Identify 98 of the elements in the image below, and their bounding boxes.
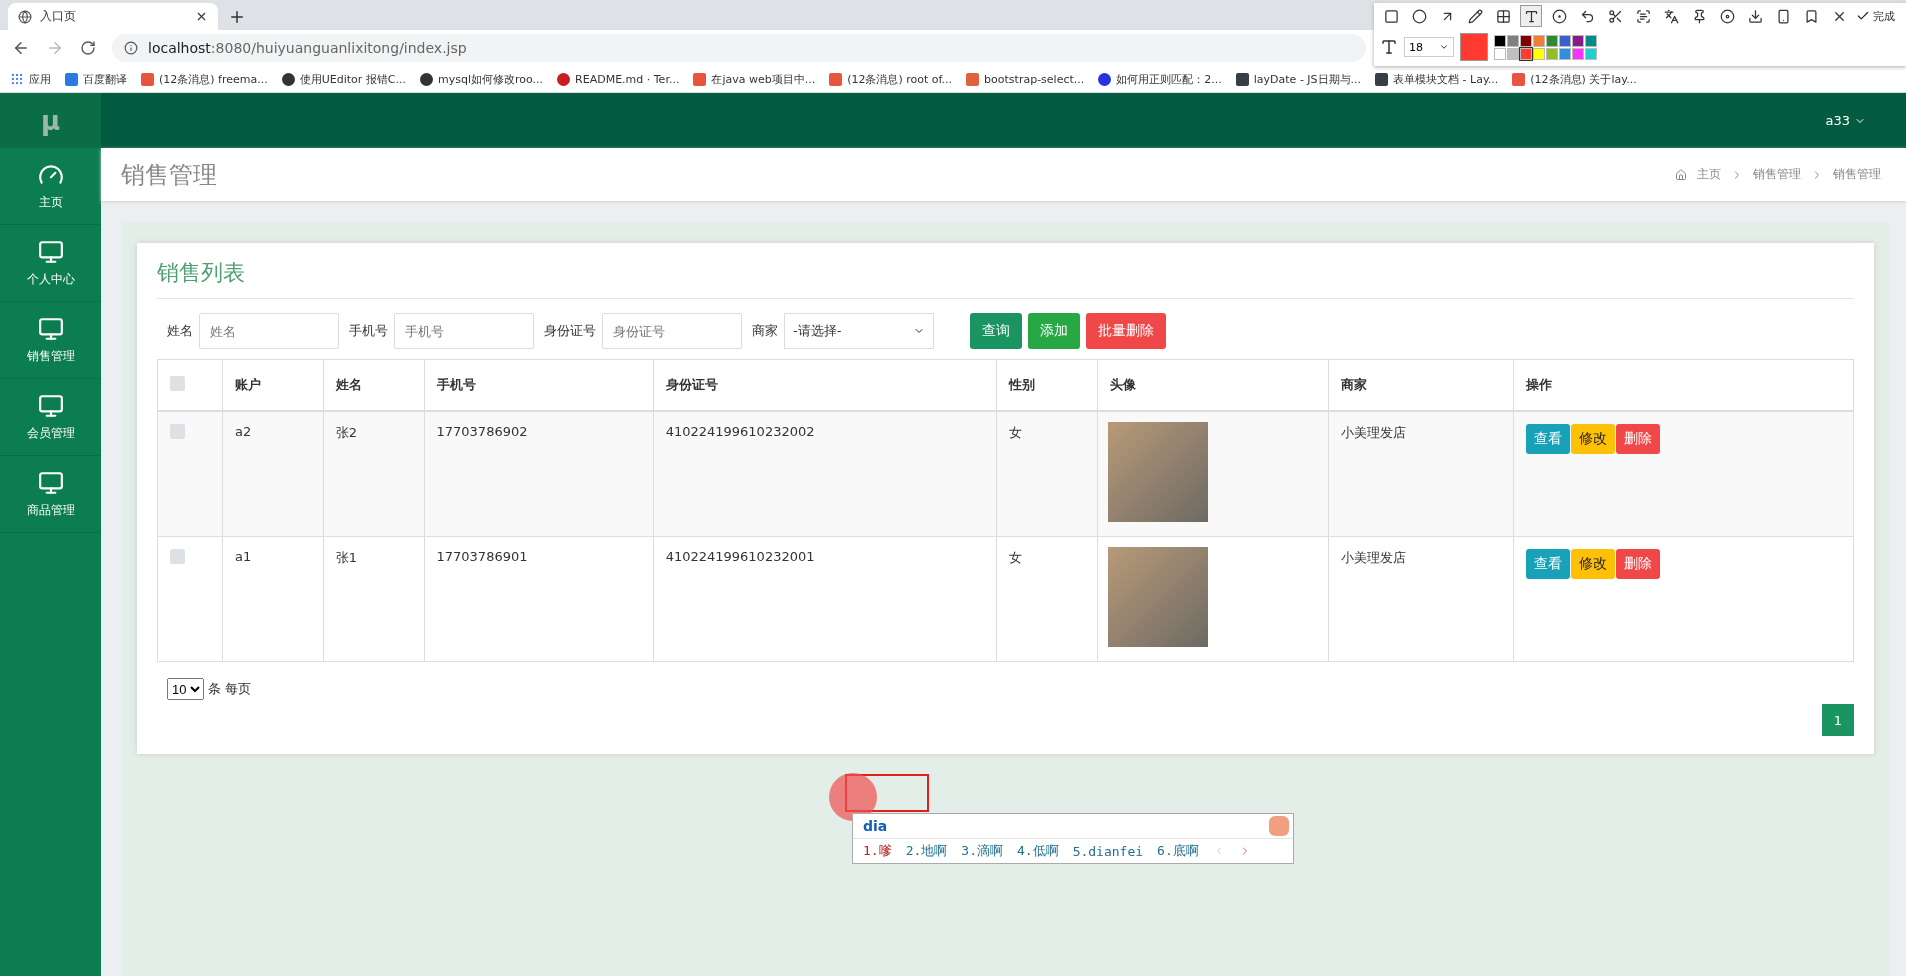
- table-cell: 张1: [323, 536, 424, 662]
- address-bar[interactable]: localhost:8080/huiyuanguanlixitong/index.jsp: [112, 34, 1366, 62]
- bookmark-item[interactable]: 如何用正则匹配：2...: [1098, 71, 1222, 87]
- table-cell: a2: [222, 411, 324, 537]
- new-tab-icon[interactable]: [228, 8, 246, 26]
- back-icon[interactable]: [12, 39, 30, 57]
- table-cell: 女: [996, 411, 1098, 537]
- color-swatch[interactable]: [1507, 47, 1519, 60]
- table-cell: 小美理发店: [1328, 411, 1514, 537]
- ime-candidate[interactable]: 2.地啊: [905, 842, 948, 860]
- color-swatch[interactable]: [1546, 47, 1558, 60]
- checkbox[interactable]: [170, 424, 185, 439]
- filter-label: 手机号: [349, 322, 388, 340]
- bookmark-item[interactable]: (12条消息) root of...: [829, 71, 953, 87]
- ime-candidate[interactable]: 4.低啊: [1016, 842, 1059, 860]
- table-cell: 17703786902: [424, 411, 654, 537]
- bookmark-item[interactable]: 使用UEditor 报错C...: [281, 71, 406, 87]
- browser-tab[interactable]: 入口页: [8, 3, 218, 30]
- monitor-icon: [37, 392, 64, 419]
- text-icon[interactable]: [1520, 5, 1542, 27]
- checkbox[interactable]: [170, 549, 185, 564]
- color-swatch[interactable]: [1572, 34, 1584, 47]
- bookmark-item[interactable]: 应用: [10, 71, 51, 87]
- table-cell: 张2: [323, 411, 424, 537]
- bookmark-item[interactable]: layDate - JS日期与...: [1235, 71, 1362, 87]
- shop-select[interactable]: -请选择-: [784, 313, 934, 349]
- current-color-swatch[interactable]: [1460, 33, 1488, 61]
- delete-button[interactable]: 删除: [1616, 549, 1660, 579]
- ime-logo-icon: [1269, 816, 1289, 836]
- page-size-label: 条 每页: [208, 680, 252, 698]
- edit-button[interactable]: 修改: [1571, 424, 1615, 454]
- color-swatch[interactable]: [1546, 34, 1558, 47]
- delete-button[interactable]: 删除: [1616, 424, 1660, 454]
- globe-icon: [18, 9, 32, 24]
- breadcrumb-link[interactable]: 主页: [1697, 166, 1721, 183]
- reload-icon[interactable]: [80, 40, 96, 56]
- filter-input[interactable]: 身份证号: [602, 313, 742, 349]
- info-icon: [124, 41, 138, 55]
- ime-candidate[interactable]: 5.dianfei: [1072, 843, 1144, 859]
- monitor-icon: [37, 238, 64, 265]
- delete-button[interactable]: 批量删除: [1086, 313, 1166, 349]
- color-swatch[interactable]: [1520, 34, 1532, 47]
- home-icon: [1675, 168, 1687, 181]
- table-cell: 17703786901: [424, 536, 654, 662]
- page-title: 销售管理: [121, 159, 217, 191]
- color-swatch[interactable]: [1559, 34, 1571, 47]
- color-swatch[interactable]: [1494, 47, 1506, 60]
- bookmark-item[interactable]: 百度翻译: [65, 71, 127, 87]
- close-icon[interactable]: [195, 10, 208, 23]
- check-icon: [1856, 9, 1870, 23]
- monitor-icon: [37, 315, 64, 342]
- edit-button[interactable]: 修改: [1571, 549, 1615, 579]
- color-swatch[interactable]: [1533, 34, 1545, 47]
- bookmark-item[interactable]: mysql如何修改roo...: [420, 71, 544, 87]
- card-title: 销售列表: [157, 258, 1854, 299]
- tab-title: 入口页: [40, 8, 77, 25]
- bookmark-item[interactable]: (12条消息) 关于lay...: [1512, 71, 1637, 87]
- color-swatch[interactable]: [1507, 34, 1519, 47]
- table-cell: 410224199610232001: [653, 536, 997, 662]
- table-cell: 女: [996, 536, 1098, 662]
- filter-input[interactable]: 姓名: [199, 313, 339, 349]
- monitor-icon: [37, 469, 64, 496]
- breadcrumb-link[interactable]: 销售管理: [1753, 166, 1801, 183]
- color-swatch[interactable]: [1533, 47, 1545, 60]
- filter-input[interactable]: 手机号: [394, 313, 534, 349]
- font-size-select[interactable]: 18: [1404, 37, 1454, 57]
- bookmark-item[interactable]: (12条消息) freema...: [141, 71, 268, 87]
- bookmark-item[interactable]: bootstrap-select...: [966, 72, 1085, 86]
- page-link[interactable]: 1: [1822, 704, 1854, 736]
- ime-candidate[interactable]: 1.嗲: [863, 842, 892, 860]
- url-text: localhost:8080/huiyuanguanlixitong/index.jsp: [148, 40, 467, 56]
- color-swatch[interactable]: [1559, 47, 1571, 60]
- caret-icon: [1439, 42, 1449, 52]
- table-cell: 410224199610232002: [653, 411, 997, 537]
- bookmark-item[interactable]: README.md · Ter...: [557, 72, 680, 86]
- ime-composition-text: dia: [862, 817, 889, 836]
- search-button[interactable]: 查询: [970, 313, 1022, 349]
- ime-candidate[interactable]: 3.滴啊: [961, 842, 1003, 860]
- user-menu[interactable]: a33: [1825, 113, 1866, 128]
- color-swatch[interactable]: [1585, 47, 1597, 60]
- done-button[interactable]: 完成: [1856, 8, 1895, 24]
- filter-label: 姓名: [167, 322, 193, 340]
- logo: μ: [0, 93, 101, 148]
- filter-label: 商家: [752, 322, 778, 340]
- color-swatch[interactable]: [1494, 34, 1506, 47]
- font-icon: [1380, 38, 1398, 56]
- table-cell: a1: [222, 536, 324, 662]
- breadcrumb-link[interactable]: 销售管理: [1833, 166, 1881, 183]
- bookmark-item[interactable]: 在java web项目中...: [693, 71, 816, 87]
- checkbox[interactable]: [170, 376, 185, 391]
- color-swatch[interactable]: [1572, 47, 1584, 60]
- bookmark-item[interactable]: 表单模块文档 - Lay...: [1375, 71, 1499, 87]
- page-size-select[interactable]: 10: [167, 678, 204, 700]
- table-cell: 小美理发店: [1328, 536, 1514, 662]
- filter-label: 身份证号: [544, 322, 596, 340]
- color-swatch[interactable]: [1520, 47, 1532, 60]
- color-swatch[interactable]: [1585, 34, 1597, 47]
- ime-candidate[interactable]: 6.底啊: [1157, 842, 1199, 860]
